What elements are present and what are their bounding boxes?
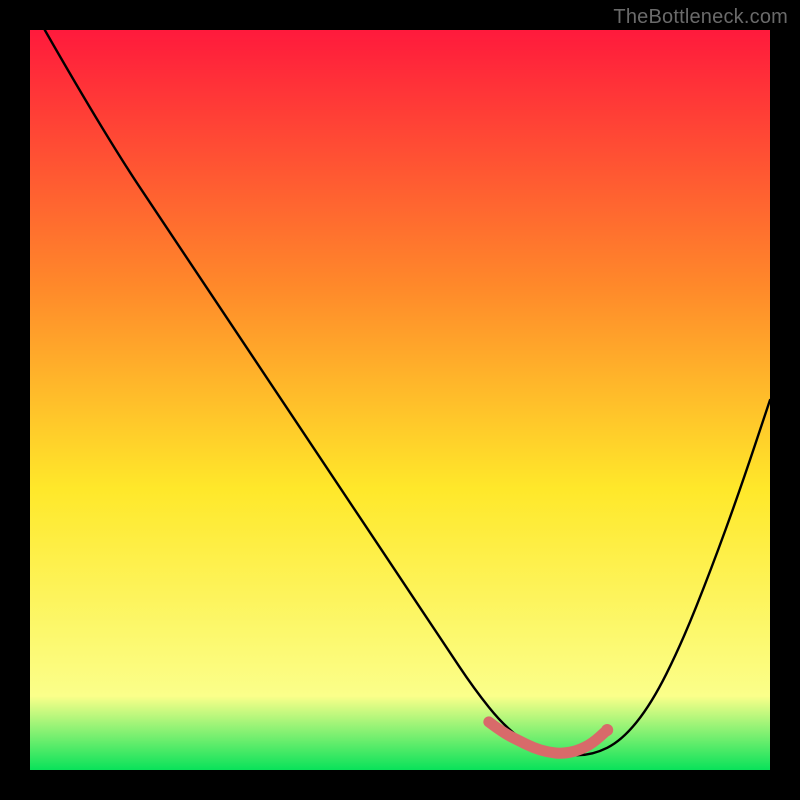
chart-overlay (30, 30, 770, 770)
watermark-text: TheBottleneck.com (613, 6, 788, 29)
plot-area (30, 30, 770, 770)
bottleneck-curve-line (45, 30, 770, 755)
sweet-spot-end-dot (601, 724, 613, 736)
